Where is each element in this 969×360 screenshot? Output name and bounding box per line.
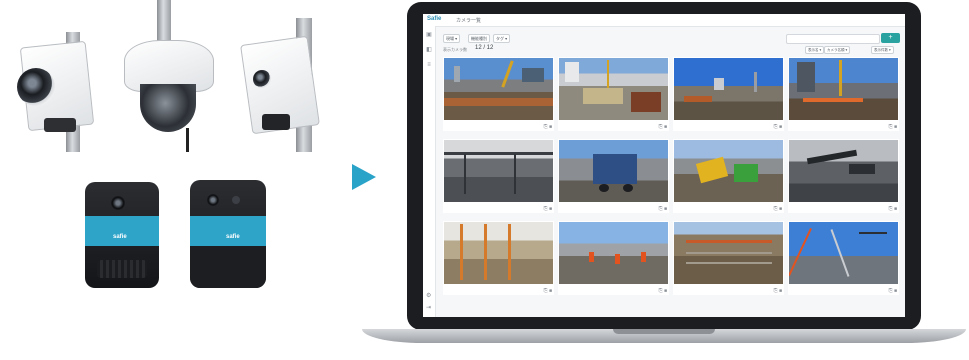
camera-thumbnail[interactable] <box>559 222 668 284</box>
camera-tile[interactable]: ⎘ ■ <box>788 139 899 213</box>
body-camera-band <box>190 216 266 246</box>
page-title: カメラ一覧 <box>456 17 482 24</box>
tile-actions[interactable]: ⎘ ■ <box>544 288 552 294</box>
list-icon[interactable]: ≡ <box>426 62 432 68</box>
laptop-notch <box>613 329 715 334</box>
camera-tile[interactable]: ⎘ ■ <box>788 57 899 131</box>
tile-actions[interactable]: ⎘ ■ <box>889 288 897 294</box>
camera-bracket <box>44 118 76 132</box>
gear-icon[interactable]: ⚙ <box>426 292 431 299</box>
body-camera-dock <box>190 250 266 288</box>
sort-camera-name[interactable]: カメラ名順 ▾ <box>824 46 851 54</box>
camera-tile[interactable]: ⎘ ■ <box>673 139 784 213</box>
search-input[interactable] <box>786 34 880 44</box>
camera-tile[interactable]: ⎘ ■ <box>558 221 669 295</box>
tile-actions[interactable]: ⎘ ■ <box>774 124 782 130</box>
camera-tile[interactable]: ⎘ ■ <box>788 221 899 295</box>
logout-icon[interactable]: ⇥ <box>426 304 431 311</box>
camera-count: 12 / 12 <box>475 45 494 51</box>
camera-lens <box>253 70 271 88</box>
body-camera-brand: safie <box>226 234 240 240</box>
laptop-screen: Safie カメラ一覧 ▣ ◧ ≡ ⚙ ⇥ 現場 ▾ 機能種別 タグ ▾ + 表… <box>423 14 905 317</box>
camera-thumbnail[interactable] <box>789 222 898 284</box>
dome-lens <box>140 84 196 132</box>
sort-display-name[interactable]: 表示名 ▾ <box>805 46 825 54</box>
camera-thumbnail[interactable] <box>674 140 783 202</box>
camera-thumbnail[interactable] <box>559 58 668 120</box>
camera-tile[interactable]: ⎘ ■ <box>443 221 554 295</box>
camera-icon[interactable]: ▣ <box>426 32 432 38</box>
tile-actions[interactable]: ⎘ ■ <box>544 206 552 212</box>
camera-thumbnail[interactable] <box>674 58 783 120</box>
sidebar: ▣ ◧ ≡ ⚙ ⇥ <box>423 26 436 317</box>
app-header: Safie カメラ一覧 <box>423 14 905 27</box>
camera-thumbnail[interactable] <box>789 58 898 120</box>
dome-cable <box>186 128 189 152</box>
flow-arrow-icon <box>352 164 376 190</box>
sort-page-size[interactable]: 表示件数 ▾ <box>871 46 894 54</box>
camera-thumbnail[interactable] <box>789 140 898 202</box>
speaker-grille <box>97 260 147 278</box>
tile-actions[interactable]: ⎘ ■ <box>889 206 897 212</box>
tile-actions[interactable]: ⎘ ■ <box>774 206 782 212</box>
camera-tile[interactable]: ⎘ ■ <box>443 57 554 131</box>
camera-thumbnail[interactable] <box>674 222 783 284</box>
camera-tile[interactable]: ⎘ ■ <box>558 139 669 213</box>
tile-actions[interactable]: ⎘ ■ <box>659 124 667 130</box>
camera-tile[interactable]: ⎘ ■ <box>673 57 784 131</box>
tile-actions[interactable]: ⎘ ■ <box>889 124 897 130</box>
tile-actions[interactable]: ⎘ ■ <box>659 288 667 294</box>
tile-actions[interactable]: ⎘ ■ <box>774 288 782 294</box>
tile-actions[interactable]: ⎘ ■ <box>659 206 667 212</box>
filter-tag[interactable]: タグ ▾ <box>493 34 511 43</box>
body-camera-1: safie <box>85 182 159 288</box>
app-logo[interactable]: Safie <box>427 16 441 22</box>
tile-actions[interactable]: ⎘ ■ <box>544 124 552 130</box>
camera-count-label: 表示カメラ数 <box>443 47 467 52</box>
camera-tile[interactable]: ⎘ ■ <box>558 57 669 131</box>
body-camera-brand: safie <box>113 234 127 240</box>
camera-tile[interactable]: ⎘ ■ <box>443 139 554 213</box>
body-camera-2: safie <box>190 180 266 288</box>
camera-tile[interactable]: ⎘ ■ <box>673 221 784 295</box>
filter-site[interactable]: 現場 ▾ <box>443 34 461 43</box>
body-camera-lens <box>207 194 219 206</box>
camera-thumbnail[interactable] <box>559 140 668 202</box>
map-icon[interactable]: ◧ <box>426 47 432 53</box>
camera-lens <box>17 68 55 106</box>
body-camera-sensor <box>232 196 240 204</box>
add-button[interactable]: + <box>881 33 900 43</box>
camera-thumbnail[interactable] <box>444 58 553 120</box>
body-camera-band <box>85 216 159 246</box>
filter-type[interactable]: 機能種別 <box>468 34 490 43</box>
camera-thumbnail[interactable] <box>444 140 553 202</box>
body-camera-lens <box>111 196 125 210</box>
camera-connector <box>262 114 290 130</box>
camera-thumbnail[interactable] <box>444 222 553 284</box>
